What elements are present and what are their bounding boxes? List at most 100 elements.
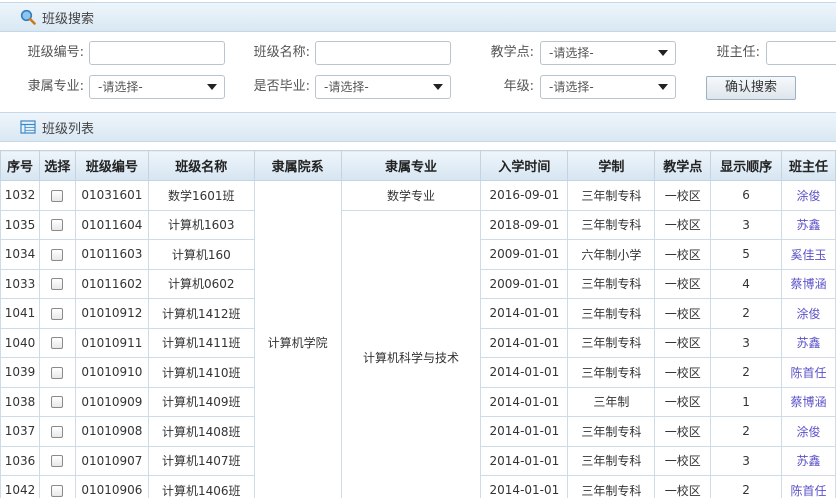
cell-order: 2 bbox=[710, 416, 782, 447]
cell-name: 数学1601班 bbox=[147, 180, 255, 211]
cell-select bbox=[38, 357, 76, 388]
cell-campus: 一校区 bbox=[654, 416, 712, 447]
column-header-date: 入学时间 bbox=[480, 150, 569, 181]
cell-campus: 一校区 bbox=[654, 475, 712, 498]
cell-order: 2 bbox=[710, 357, 782, 388]
cell-id: 1038 bbox=[0, 386, 40, 417]
cell-id: 1034 bbox=[0, 239, 40, 270]
cell-teacher-link[interactable]: 陈首任 bbox=[780, 357, 836, 388]
cell-teacher-link[interactable]: 蔡博涵 bbox=[780, 268, 836, 299]
cell-system: 三年制专科 bbox=[567, 327, 656, 358]
cell-order: 3 bbox=[710, 327, 782, 358]
row-checkbox[interactable] bbox=[51, 337, 64, 350]
cell-teacher-link[interactable]: 苏鑫 bbox=[780, 327, 836, 358]
cell-order: 4 bbox=[710, 268, 782, 299]
search-panel-header: 班级搜索 bbox=[0, 2, 836, 32]
cell-system: 三年制专科 bbox=[567, 416, 656, 447]
head-teacher-input[interactable] bbox=[766, 41, 836, 65]
graduated-select[interactable]: -请选择- bbox=[315, 75, 451, 99]
cell-select bbox=[38, 445, 76, 476]
class-no-input[interactable] bbox=[89, 41, 225, 65]
table-row[interactable]: 1035 01011604 计算机1603 计算机科学与技术 2018-09-01 三年制… bbox=[0, 209, 836, 498]
cell-campus: 一校区 bbox=[654, 357, 712, 388]
cell-campus: 一校区 bbox=[654, 268, 712, 299]
cell-date: 2009-01-01 bbox=[480, 239, 569, 270]
table-row[interactable]: 1032 01031601 数学1601班 计算机学院 数学专业 2016-09-01 三年… bbox=[0, 180, 836, 498]
chevron-down-icon bbox=[658, 84, 668, 90]
column-header-campus: 教学点 bbox=[654, 150, 712, 181]
cell-teacher-link[interactable]: 苏鑫 bbox=[780, 209, 836, 240]
column-header-order: 显示顺序 bbox=[710, 150, 782, 181]
cell-teacher-link[interactable]: 涂俊 bbox=[780, 180, 836, 211]
chevron-down-icon bbox=[658, 50, 668, 56]
cell-id: 1033 bbox=[0, 268, 40, 299]
cell-id: 1036 bbox=[0, 445, 40, 476]
row-checkbox[interactable] bbox=[51, 307, 64, 320]
cell-date: 2014-01-01 bbox=[480, 327, 569, 358]
class-table: 序号 选择 班级编号 班级名称 隶属院系 隶属专业 入学时间 学制 教学点 显示顺序 班主任 103… bbox=[0, 150, 836, 498]
cell-teacher-link[interactable]: 蔡博涵 bbox=[780, 386, 836, 417]
chevron-down-icon bbox=[207, 84, 217, 90]
column-header-department: 隶属院系 bbox=[253, 150, 342, 181]
column-header-select: 选择 bbox=[38, 150, 76, 181]
cell-teacher-link[interactable]: 奚佳玉 bbox=[780, 239, 836, 270]
cell-code: 01010911 bbox=[74, 327, 149, 358]
cell-name: 计算机1406班 bbox=[147, 475, 255, 498]
cell-id: 1035 bbox=[0, 209, 40, 240]
cell-system: 三年制专科 bbox=[567, 180, 656, 211]
cell-campus: 一校区 bbox=[654, 298, 712, 329]
graduated-label: 是否毕业: bbox=[253, 79, 310, 94]
cell-major: 计算机科学与技术 bbox=[340, 209, 482, 498]
cell-code: 01011602 bbox=[74, 268, 149, 299]
cell-code: 01010909 bbox=[74, 386, 149, 417]
class-name-input[interactable] bbox=[315, 41, 451, 65]
cell-campus: 一校区 bbox=[654, 327, 712, 358]
cell-major: 数学专业 bbox=[340, 180, 482, 211]
cell-date: 2014-01-01 bbox=[480, 357, 569, 388]
row-checkbox[interactable] bbox=[51, 219, 64, 232]
row-checkbox[interactable] bbox=[51, 396, 64, 409]
cell-order: 6 bbox=[710, 180, 782, 211]
major-select-value: -请选择- bbox=[98, 80, 143, 94]
major-select[interactable]: -请选择- bbox=[89, 75, 225, 99]
row-checkbox[interactable] bbox=[51, 484, 64, 497]
grade-select[interactable]: -请选择- bbox=[540, 75, 676, 99]
row-checkbox[interactable] bbox=[51, 425, 64, 438]
campus-select[interactable]: -请选择- bbox=[540, 41, 676, 65]
cell-name: 计算机1407班 bbox=[147, 445, 255, 476]
cell-select bbox=[38, 416, 76, 447]
row-checkbox[interactable] bbox=[51, 366, 64, 379]
graduated-select-value: -请选择- bbox=[324, 80, 369, 94]
cell-select bbox=[38, 298, 76, 329]
table-header-row: 序号 选择 班级编号 班级名称 隶属院系 隶属专业 入学时间 学制 教学点 显示顺序 班主任 bbox=[0, 150, 836, 181]
cell-id: 1039 bbox=[0, 357, 40, 388]
row-checkbox[interactable] bbox=[51, 248, 64, 261]
cell-order: 5 bbox=[710, 239, 782, 270]
cell-order: 3 bbox=[710, 209, 782, 240]
row-checkbox[interactable] bbox=[51, 189, 64, 202]
cell-order: 3 bbox=[710, 445, 782, 476]
cell-teacher-link[interactable]: 陈首任 bbox=[780, 475, 836, 498]
cell-order: 2 bbox=[710, 298, 782, 329]
table-body: 1032 01031601 数学1601班 计算机学院 数学专业 2016-09-01 三年… bbox=[0, 180, 836, 498]
cell-name: 计算机1603 bbox=[147, 209, 255, 240]
major-label: 隶属专业: bbox=[27, 79, 84, 94]
cell-teacher-link[interactable]: 苏鑫 bbox=[780, 445, 836, 476]
cell-campus: 一校区 bbox=[654, 180, 712, 211]
list-panel-title: 班级列表 bbox=[42, 121, 95, 137]
cell-select bbox=[38, 180, 76, 211]
row-checkbox[interactable] bbox=[51, 278, 64, 291]
row-checkbox[interactable] bbox=[51, 455, 64, 468]
confirm-search-button[interactable]: 确认搜索 bbox=[706, 76, 796, 100]
grade-select-value: -请选择- bbox=[549, 80, 594, 94]
cell-teacher-link[interactable]: 涂俊 bbox=[780, 416, 836, 447]
cell-select bbox=[38, 239, 76, 270]
search-icon bbox=[20, 9, 36, 25]
cell-system: 三年制专科 bbox=[567, 475, 656, 498]
list-panel-header: 班级列表 bbox=[0, 112, 836, 142]
column-header-major: 隶属专业 bbox=[340, 150, 482, 181]
cell-system: 三年制专科 bbox=[567, 445, 656, 476]
cell-code: 01031601 bbox=[74, 180, 149, 211]
column-header-system: 学制 bbox=[567, 150, 656, 181]
cell-teacher-link[interactable]: 涂俊 bbox=[780, 298, 836, 329]
